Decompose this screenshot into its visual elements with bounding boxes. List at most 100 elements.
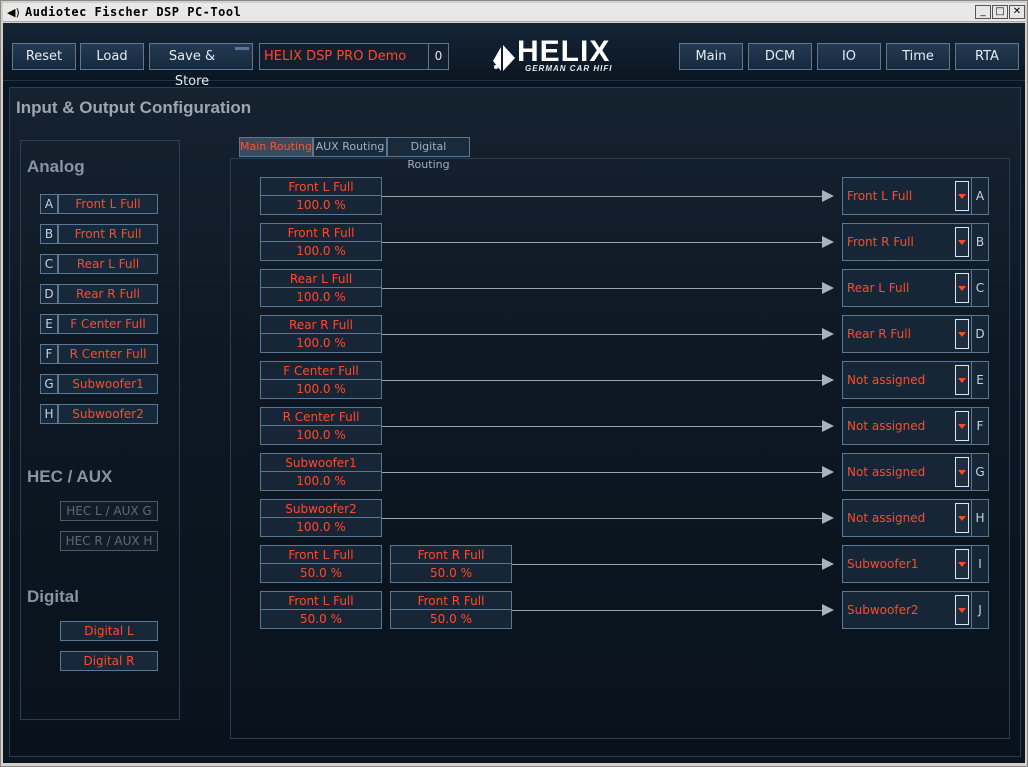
load-button[interactable]: Load	[80, 43, 144, 70]
route-output-select[interactable]: Not assigned F	[842, 407, 989, 445]
divider	[261, 241, 381, 242]
source-level[interactable]: 50.0 %	[391, 611, 511, 627]
route-output-select[interactable]: Subwoofer2 J	[842, 591, 989, 629]
analog-input-c[interactable]: C Rear L Full	[40, 254, 158, 274]
source-level[interactable]: 100.0 %	[261, 427, 381, 443]
route-line	[512, 564, 832, 565]
route-source[interactable]: Front R Full 100.0 %	[260, 223, 382, 261]
arrow-right-icon	[822, 190, 834, 202]
analog-title: Analog	[27, 157, 85, 176]
nav-rta-button[interactable]: RTA	[955, 43, 1019, 70]
save-store-button[interactable]: Save & Store	[149, 43, 253, 89]
route-source[interactable]: R Center Full 100.0 %	[260, 407, 382, 445]
source-level[interactable]: 100.0 %	[261, 243, 381, 259]
analog-input-a[interactable]: A Front L Full	[40, 194, 158, 214]
route-source[interactable]: Front L Full 50.0 %	[260, 545, 382, 583]
preset-field[interactable]: HELIX DSP PRO Demo 0	[259, 43, 449, 70]
triangle-down-icon[interactable]	[955, 411, 969, 441]
route-line	[512, 610, 832, 611]
triangle-down-icon[interactable]	[955, 365, 969, 395]
source-level[interactable]: 100.0 %	[261, 381, 381, 397]
digital-r-button[interactable]: Digital R	[60, 651, 158, 671]
channel-name: Subwoofer2	[58, 404, 158, 424]
nav-time-button[interactable]: Time	[886, 43, 950, 70]
triangle-down-icon[interactable]	[955, 181, 969, 211]
source-name: Rear R Full	[289, 318, 353, 332]
route-line	[382, 426, 832, 427]
channel-letter: B	[40, 224, 58, 244]
analog-input-e[interactable]: E F Center Full	[40, 314, 158, 334]
arrow-right-icon	[822, 512, 834, 524]
app-body: Reset Load Save & Store HELIX DSP PRO De…	[3, 23, 1025, 763]
hec-l-aux-g-button[interactable]: HEC L / AUX G	[60, 501, 158, 521]
tab-digital-routing[interactable]: Digital Routing	[387, 137, 470, 171]
source-level[interactable]: 100.0 %	[261, 519, 381, 535]
triangle-down-icon[interactable]	[955, 227, 969, 257]
route-output-select[interactable]: Front R Full B	[842, 223, 989, 261]
channel-letter: F	[40, 344, 58, 364]
grip-icon	[235, 47, 249, 50]
analog-input-b[interactable]: B Front R Full	[40, 224, 158, 244]
maximize-button[interactable]: □	[992, 5, 1008, 19]
source-name: R Center Full	[282, 410, 360, 424]
app-window: ◀) Audiotec Fischer DSP PC-Tool _ □ ✕ Re…	[0, 0, 1028, 767]
route-output-select[interactable]: Rear R Full D	[842, 315, 989, 353]
output-name: Not assigned	[847, 419, 926, 433]
analog-input-f[interactable]: F R Center Full	[40, 344, 158, 364]
route-output-select[interactable]: Not assigned G	[842, 453, 989, 491]
route-output-select[interactable]: Not assigned H	[842, 499, 989, 537]
route-output-select[interactable]: Rear L Full C	[842, 269, 989, 307]
source-level[interactable]: 100.0 %	[261, 197, 381, 213]
nav-dcm-button[interactable]: DCM	[748, 43, 812, 70]
output-name: Not assigned	[847, 465, 926, 479]
triangle-down-icon[interactable]	[955, 319, 969, 349]
analog-input-h[interactable]: H Subwoofer2	[40, 404, 158, 424]
route-source[interactable]: Front R Full 50.0 %	[390, 591, 512, 629]
main-panel: Input & Output Configuration Analog A Fr…	[9, 87, 1021, 757]
route-source[interactable]: Front L Full 50.0 %	[260, 591, 382, 629]
triangle-down-icon[interactable]	[955, 273, 969, 303]
tab-aux-routing[interactable]: AUX Routing	[313, 137, 387, 157]
source-level[interactable]: 100.0 %	[261, 473, 381, 489]
analog-input-d[interactable]: D Rear R Full	[40, 284, 158, 304]
preset-number: 0	[428, 44, 448, 69]
route-output-select[interactable]: Subwoofer1 I	[842, 545, 989, 583]
source-name: Front R Full	[417, 548, 485, 562]
reset-button[interactable]: Reset	[12, 43, 76, 70]
source-level[interactable]: 100.0 %	[261, 335, 381, 351]
window-title: Audiotec Fischer DSP PC-Tool	[25, 5, 242, 19]
source-name: Front L Full	[288, 594, 354, 608]
route-source[interactable]: Front L Full 100.0 %	[260, 177, 382, 215]
route-output-select[interactable]: Not assigned E	[842, 361, 989, 399]
triangle-down-icon[interactable]	[955, 503, 969, 533]
channel-name: F Center Full	[58, 314, 158, 334]
tab-main-routing[interactable]: Main Routing	[239, 137, 313, 157]
route-source[interactable]: Rear L Full 100.0 %	[260, 269, 382, 307]
minimize-button[interactable]: _	[975, 5, 991, 19]
channel-letter: E	[40, 314, 58, 334]
channel-name: Rear L Full	[58, 254, 158, 274]
route-source[interactable]: Front R Full 50.0 %	[390, 545, 512, 583]
close-button[interactable]: ✕	[1009, 5, 1025, 19]
source-level[interactable]: 50.0 %	[261, 611, 381, 627]
nav-io-button[interactable]: IO	[817, 43, 881, 70]
nav-main-button[interactable]: Main	[679, 43, 743, 70]
route-source[interactable]: F Center Full 100.0 %	[260, 361, 382, 399]
route-source[interactable]: Rear R Full 100.0 %	[260, 315, 382, 353]
route-source[interactable]: Subwoofer2 100.0 %	[260, 499, 382, 537]
speaker-icon[interactable]: ◀)	[7, 6, 23, 19]
digital-l-button[interactable]: Digital L	[60, 621, 158, 641]
route-output-select[interactable]: Front L Full A	[842, 177, 989, 215]
route-source[interactable]: Subwoofer1 100.0 %	[260, 453, 382, 491]
triangle-down-icon[interactable]	[955, 595, 969, 625]
triangle-down-icon[interactable]	[955, 549, 969, 579]
source-level[interactable]: 100.0 %	[261, 289, 381, 305]
source-name: Subwoofer2	[285, 502, 357, 516]
hec-r-aux-h-button[interactable]: HEC R / AUX H	[60, 531, 158, 551]
triangle-down-icon[interactable]	[955, 457, 969, 487]
route-line	[382, 518, 832, 519]
source-level[interactable]: 50.0 %	[261, 565, 381, 581]
analog-input-g[interactable]: G Subwoofer1	[40, 374, 158, 394]
source-level[interactable]: 50.0 %	[391, 565, 511, 581]
divider	[261, 379, 381, 380]
